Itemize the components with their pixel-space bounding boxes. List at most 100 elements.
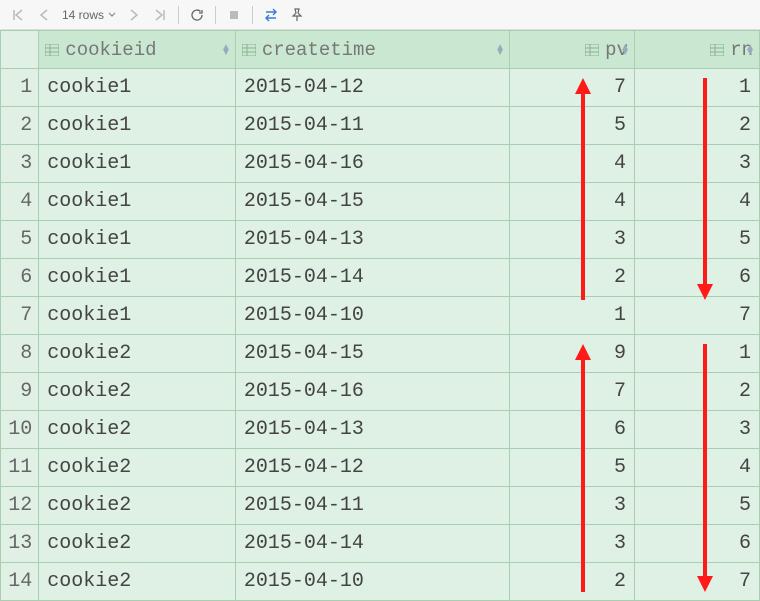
next-page-button[interactable] [122, 3, 146, 27]
cell-rn[interactable]: 1 [634, 335, 759, 373]
cell-createtime[interactable]: 2015-04-14 [235, 259, 509, 297]
prev-page-button[interactable] [32, 3, 56, 27]
row-number[interactable]: 3 [1, 145, 39, 183]
cell-rn[interactable]: 3 [634, 145, 759, 183]
row-number[interactable]: 2 [1, 107, 39, 145]
cell-pv[interactable]: 4 [510, 183, 635, 221]
cell-rn[interactable]: 1 [634, 69, 759, 107]
cell-cookieid[interactable]: cookie2 [39, 335, 236, 373]
table-row[interactable]: 2cookie12015-04-1152 [1, 107, 760, 145]
cell-pv[interactable]: 2 [510, 563, 635, 601]
cell-cookieid[interactable]: cookie1 [39, 145, 236, 183]
cell-pv[interactable]: 9 [510, 335, 635, 373]
sort-handle[interactable]: ▲▼ [495, 45, 505, 55]
cell-rn[interactable]: 6 [634, 259, 759, 297]
cell-createtime[interactable]: 2015-04-12 [235, 449, 509, 487]
cell-cookieid[interactable]: cookie2 [39, 563, 236, 601]
column-header-cookieid[interactable]: cookieid ▲▼ [39, 31, 236, 69]
column-header-pv[interactable]: pv ▲▼ [510, 31, 635, 69]
cell-createtime[interactable]: 2015-04-13 [235, 221, 509, 259]
cell-createtime[interactable]: 2015-04-11 [235, 107, 509, 145]
row-number[interactable]: 14 [1, 563, 39, 601]
cell-pv[interactable]: 3 [510, 487, 635, 525]
cell-createtime[interactable]: 2015-04-13 [235, 411, 509, 449]
table-row[interactable]: 5cookie12015-04-1335 [1, 221, 760, 259]
table-row[interactable]: 4cookie12015-04-1544 [1, 183, 760, 221]
cell-cookieid[interactable]: cookie2 [39, 373, 236, 411]
row-number[interactable]: 11 [1, 449, 39, 487]
row-number[interactable]: 9 [1, 373, 39, 411]
cell-cookieid[interactable]: cookie1 [39, 221, 236, 259]
cell-cookieid[interactable]: cookie2 [39, 411, 236, 449]
column-header-rn[interactable]: rn ▲▼ [634, 31, 759, 69]
row-number[interactable]: 5 [1, 221, 39, 259]
table-row[interactable]: 9cookie22015-04-1672 [1, 373, 760, 411]
cell-createtime[interactable]: 2015-04-16 [235, 373, 509, 411]
table-row[interactable]: 8cookie22015-04-1591 [1, 335, 760, 373]
cell-rn[interactable]: 4 [634, 449, 759, 487]
cell-rn[interactable]: 3 [634, 411, 759, 449]
cell-pv[interactable]: 3 [510, 221, 635, 259]
table-row[interactable]: 10cookie22015-04-1363 [1, 411, 760, 449]
table-row[interactable]: 12cookie22015-04-1135 [1, 487, 760, 525]
refresh-button[interactable] [185, 3, 209, 27]
sort-handle[interactable]: ▲▼ [745, 45, 755, 55]
row-number[interactable]: 12 [1, 487, 39, 525]
cell-pv[interactable]: 7 [510, 69, 635, 107]
cell-createtime[interactable]: 2015-04-14 [235, 525, 509, 563]
cell-createtime[interactable]: 2015-04-15 [235, 335, 509, 373]
table-row[interactable]: 6cookie12015-04-1426 [1, 259, 760, 297]
cell-pv[interactable]: 6 [510, 411, 635, 449]
cell-rn[interactable]: 6 [634, 525, 759, 563]
row-number[interactable]: 1 [1, 69, 39, 107]
row-number[interactable]: 7 [1, 297, 39, 335]
cell-rn[interactable]: 2 [634, 373, 759, 411]
cell-createtime[interactable]: 2015-04-11 [235, 487, 509, 525]
sort-handle[interactable]: ▲▼ [221, 45, 231, 55]
stop-button[interactable] [222, 3, 246, 27]
cell-cookieid[interactable]: cookie1 [39, 107, 236, 145]
table-row[interactable]: 1cookie12015-04-1271 [1, 69, 760, 107]
row-number[interactable]: 6 [1, 259, 39, 297]
table-row[interactable]: 14cookie22015-04-1027 [1, 563, 760, 601]
row-number[interactable]: 4 [1, 183, 39, 221]
cell-pv[interactable]: 7 [510, 373, 635, 411]
table-row[interactable]: 7cookie12015-04-1017 [1, 297, 760, 335]
row-number[interactable]: 8 [1, 335, 39, 373]
table-row[interactable]: 3cookie12015-04-1643 [1, 145, 760, 183]
cell-pv[interactable]: 4 [510, 145, 635, 183]
cell-rn[interactable]: 7 [634, 297, 759, 335]
cell-createtime[interactable]: 2015-04-16 [235, 145, 509, 183]
rows-dropdown[interactable]: 14 rows [58, 8, 120, 22]
cell-cookieid[interactable]: cookie2 [39, 487, 236, 525]
row-number[interactable]: 13 [1, 525, 39, 563]
cell-cookieid[interactable]: cookie2 [39, 525, 236, 563]
cell-pv[interactable]: 5 [510, 107, 635, 145]
cell-cookieid[interactable]: cookie2 [39, 449, 236, 487]
cell-rn[interactable]: 2 [634, 107, 759, 145]
first-page-button[interactable] [6, 3, 30, 27]
sort-handle[interactable]: ▲▼ [620, 45, 630, 55]
cell-pv[interactable]: 1 [510, 297, 635, 335]
column-header-createtime[interactable]: createtime ▲▼ [235, 31, 509, 69]
last-page-button[interactable] [148, 3, 172, 27]
transpose-button[interactable] [259, 3, 283, 27]
cell-createtime[interactable]: 2015-04-10 [235, 297, 509, 335]
cell-rn[interactable]: 7 [634, 563, 759, 601]
cell-rn[interactable]: 4 [634, 183, 759, 221]
cell-pv[interactable]: 5 [510, 449, 635, 487]
table-row[interactable]: 13cookie22015-04-1436 [1, 525, 760, 563]
cell-createtime[interactable]: 2015-04-10 [235, 563, 509, 601]
cell-rn[interactable]: 5 [634, 221, 759, 259]
cell-cookieid[interactable]: cookie1 [39, 297, 236, 335]
table-row[interactable]: 11cookie22015-04-1254 [1, 449, 760, 487]
cell-cookieid[interactable]: cookie1 [39, 183, 236, 221]
cell-createtime[interactable]: 2015-04-15 [235, 183, 509, 221]
cell-createtime[interactable]: 2015-04-12 [235, 69, 509, 107]
cell-pv[interactable]: 3 [510, 525, 635, 563]
row-number[interactable]: 10 [1, 411, 39, 449]
cell-cookieid[interactable]: cookie1 [39, 69, 236, 107]
cell-cookieid[interactable]: cookie1 [39, 259, 236, 297]
cell-rn[interactable]: 5 [634, 487, 759, 525]
pin-button[interactable] [285, 3, 309, 27]
